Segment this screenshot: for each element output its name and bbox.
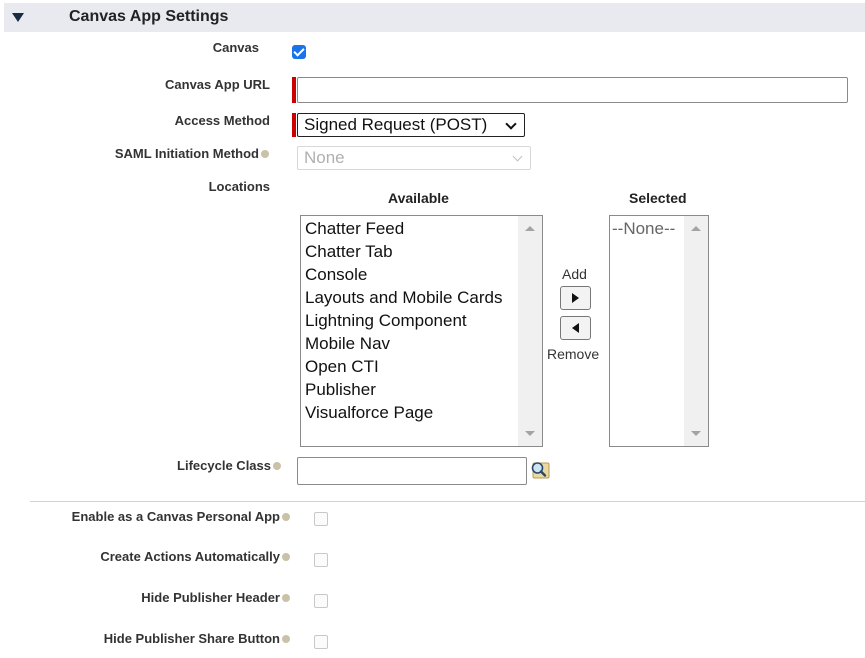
canvas-checkbox[interactable] [292,45,306,59]
add-button[interactable] [560,286,591,310]
scrollbar[interactable] [684,216,708,446]
list-option[interactable]: Visualforce Page [301,401,518,424]
hide-publisher-share-checkbox[interactable] [314,635,328,649]
arrow-left-icon [572,323,579,333]
create-actions-checkbox[interactable] [314,553,328,567]
list-option[interactable]: Lightning Component [301,309,518,332]
saml-initiation-method-value: None [304,148,345,167]
lookup-icon[interactable] [529,460,551,480]
access-method-value: Signed Request (POST) [304,115,488,134]
scrollbar[interactable] [518,216,542,446]
add-label: Add [562,266,587,282]
remove-button[interactable] [560,316,591,340]
create-actions-label: Create Actions Automatically [100,549,290,564]
help-icon[interactable] [282,552,290,561]
help-icon[interactable] [282,593,290,602]
help-icon[interactable] [282,634,290,643]
create-actions-text: Create Actions Automatically [100,549,280,564]
list-option[interactable]: --None-- [610,217,684,240]
hide-publisher-header-label: Hide Publisher Header [141,590,290,605]
lifecycle-class-input[interactable] [297,457,527,485]
canvas-app-url-label: Canvas App URL [165,77,270,92]
personal-app-checkbox[interactable] [314,512,328,526]
scroll-up-icon[interactable] [525,226,535,231]
list-option[interactable]: Open CTI [301,355,518,378]
available-header: Available [388,190,449,206]
list-option[interactable]: Mobile Nav [301,332,518,355]
hide-publisher-header-text: Hide Publisher Header [141,590,280,605]
locations-label: Locations [208,179,270,194]
section-header[interactable]: Canvas App Settings [4,3,865,32]
list-option[interactable]: Console [301,263,518,286]
lifecycle-class-label: Lifecycle Class [177,458,281,473]
scroll-down-icon[interactable] [525,431,535,436]
canvas-app-url-input[interactable] [297,77,848,103]
saml-initiation-method-label: SAML Initiation Method [115,146,269,161]
access-method-label: Access Method [174,113,270,128]
hide-publisher-share-text: Hide Publisher Share Button [103,631,280,646]
scroll-up-icon[interactable] [691,226,701,231]
arrow-right-icon [572,293,579,303]
list-option[interactable]: Layouts and Mobile Cards [301,286,518,309]
canvas-label: Canvas [212,40,259,55]
scroll-down-icon[interactable] [691,431,701,436]
section-title: Canvas App Settings [69,8,229,25]
selected-locations-listbox[interactable]: --None-- [609,215,709,447]
hide-publisher-header-checkbox[interactable] [314,594,328,608]
list-option[interactable]: Chatter Feed [301,217,518,240]
divider [30,501,865,502]
required-indicator [292,77,296,103]
chevron-down-icon [505,118,517,130]
required-indicator [292,113,296,137]
remove-label: Remove [547,346,600,362]
chevron-down-icon [512,151,523,162]
help-icon[interactable] [282,512,290,521]
collapse-triangle-icon[interactable] [12,13,24,22]
lifecycle-class-text: Lifecycle Class [177,458,271,473]
list-option[interactable]: Publisher [301,378,518,401]
selected-header: Selected [629,190,687,206]
saml-label-text: SAML Initiation Method [114,146,259,161]
help-icon[interactable] [261,149,269,158]
list-option[interactable]: Chatter Tab [301,240,518,263]
personal-app-text: Enable as a Canvas Personal App [71,509,280,524]
access-method-select[interactable]: Signed Request (POST) [297,113,525,137]
saml-initiation-method-select: None [297,146,531,170]
hide-publisher-share-label: Hide Publisher Share Button [104,631,290,646]
help-icon[interactable] [273,461,281,470]
personal-app-label: Enable as a Canvas Personal App [72,509,290,524]
available-locations-listbox[interactable]: Chatter Feed Chatter Tab Console Layouts an… [300,215,543,447]
